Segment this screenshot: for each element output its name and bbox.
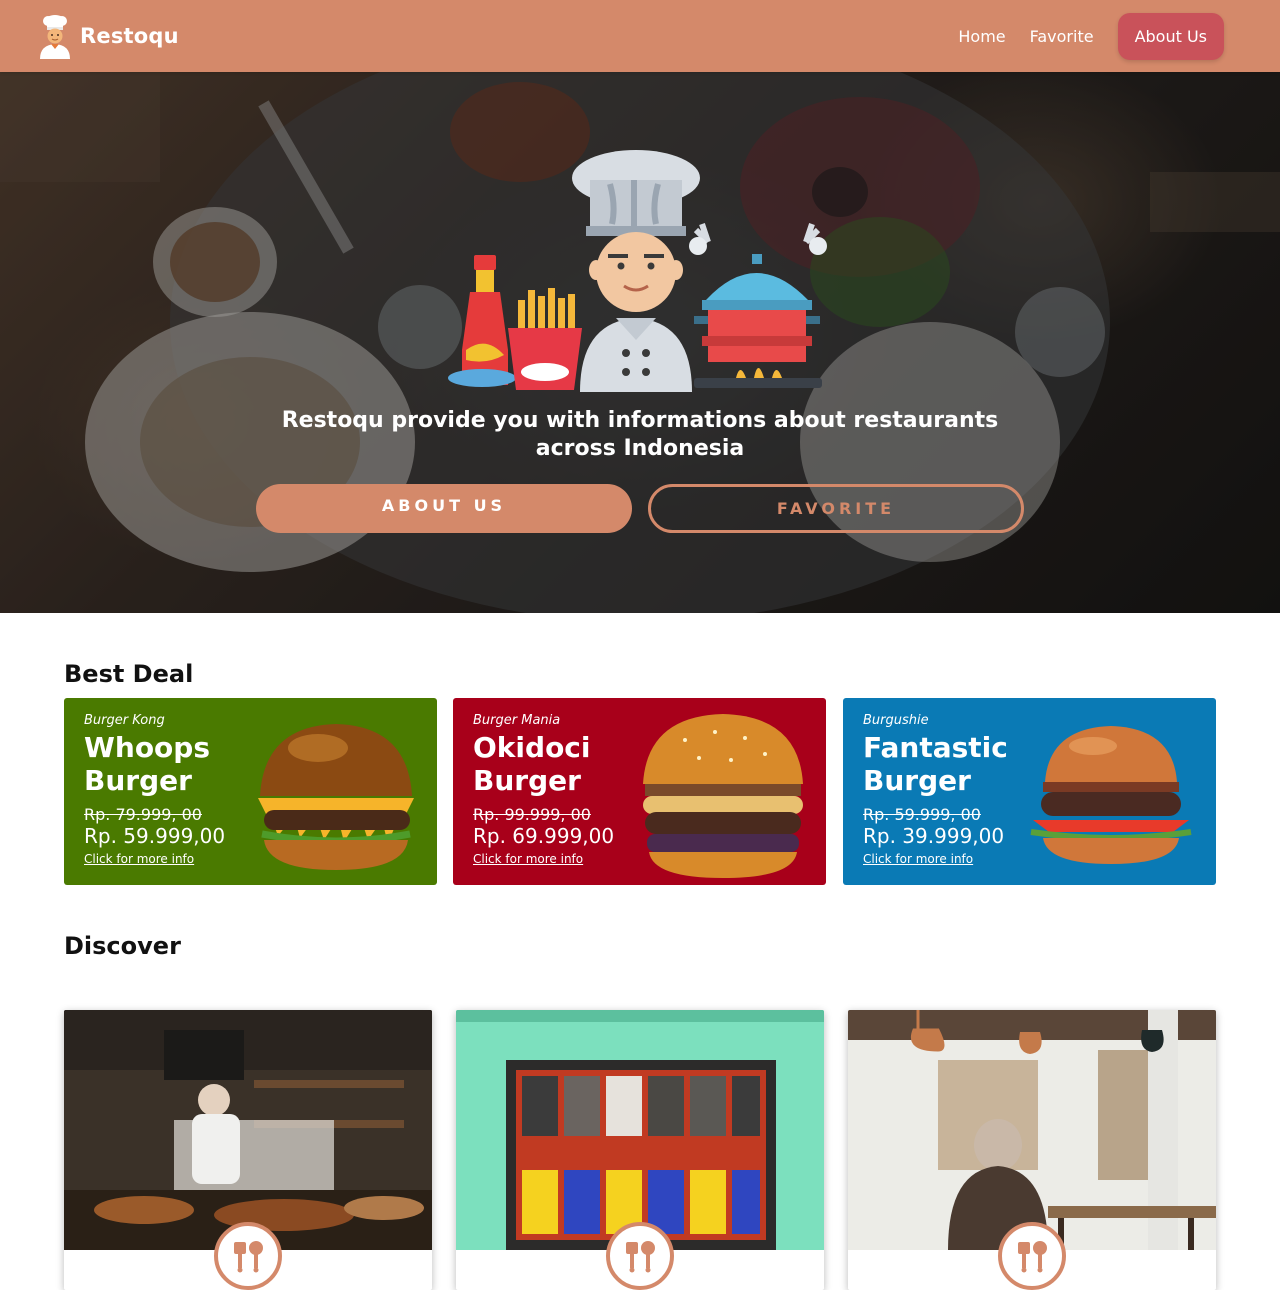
discover-card[interactable] [64,1010,432,1290]
nav-favorite-link[interactable]: Favorite [1030,27,1094,46]
restaurant-image [64,1010,432,1250]
hero-favorite-button[interactable]: FAVORITE [648,484,1024,533]
deal-card[interactable]: Burgushie Fantastic Burger Rp. 59.999, 0… [843,698,1216,885]
discover-title: Discover [64,932,181,960]
burger-image [1030,726,1192,864]
burger-image [643,714,803,878]
best-deal-title: Best Deal [64,660,194,688]
deal-card[interactable]: Burger Mania Okidoci Burger Rp. 99.999, … [453,698,826,885]
nav-about-link[interactable]: About Us [1117,12,1224,60]
restaurant-image [848,1010,1216,1250]
burger-image [258,724,414,870]
restaurant-image [456,1010,824,1250]
nav-links: Home Favorite About Us [958,12,1224,60]
hero-tagline: Restoqu provide you with informations ab… [281,408,999,461]
hero: Restoqu provide you with informations ab… [0,72,1280,613]
brand[interactable]: Restoqu [38,13,179,59]
restaurant-utensils-icon [234,1241,263,1273]
nav-home-link[interactable]: Home [958,27,1005,46]
chef-illustration [448,150,827,392]
restaurant-utensils-icon [626,1241,655,1273]
restaurant-utensils-icon [1018,1241,1047,1273]
chef-logo-icon [40,15,70,59]
discover-card[interactable] [848,1010,1216,1290]
discover-card[interactable] [456,1010,824,1290]
navbar: Restoqu Home Favorite About Us [0,0,1280,72]
deal-card[interactable]: Burger Kong Whoops Burger Rp. 79.999, 00… [64,698,437,885]
brand-name: Restoqu [80,24,179,48]
hero-about-button[interactable]: ABOUT US [256,484,632,533]
